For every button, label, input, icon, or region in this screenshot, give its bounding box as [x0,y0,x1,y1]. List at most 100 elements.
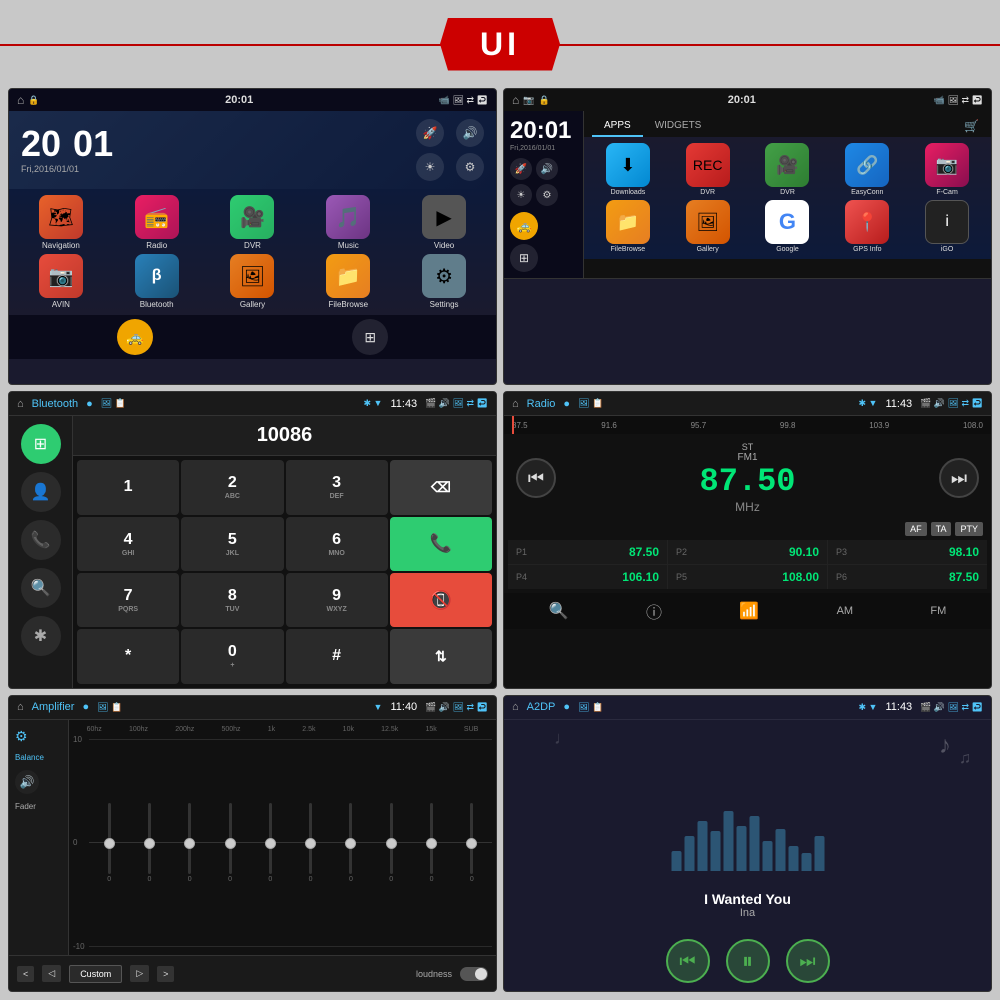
radio-antenna-btn[interactable]: 📶 [739,601,759,621]
key-4[interactable]: 4GHI [77,517,179,571]
app2-downloads[interactable]: ⬇ Downloads [590,143,666,196]
eq-tuning-btn[interactable]: ⚙ [15,728,62,745]
key-5[interactable]: 5JKL [181,517,283,571]
key-9[interactable]: 9WXYZ [286,573,388,627]
key-end[interactable]: 📵 [390,573,492,627]
app-radio[interactable]: 📻 Radio [111,195,203,250]
key-hash[interactable]: # [286,629,388,683]
home-icon-2[interactable]: ⌂ [512,93,519,107]
app-music[interactable]: 🎵 Music [302,195,394,250]
app-dvr[interactable]: 🎥 DVR [207,195,299,250]
tab-widgets[interactable]: WIDGETS [643,116,714,137]
app2-easyconn[interactable]: 🔗 EasyConn [829,143,905,196]
key-7[interactable]: 7PQRS [77,573,179,627]
eq-slider-500hz[interactable]: 0 [228,803,232,883]
dial-pad-btn[interactable]: ⊞ [21,424,61,464]
key-6[interactable]: 6MNO [286,517,388,571]
app-settings[interactable]: ⚙ Settings [398,254,490,309]
call-log-btn[interactable]: 📞 [21,520,61,560]
eq-slider-10k[interactable]: 0 [349,803,353,883]
app2-fcam[interactable]: 📷 F-Cam [909,143,985,196]
app2-gpsinfo[interactable]: 📍 GPS Info [829,200,905,253]
radio-prev-btn[interactable]: ⏮ [516,458,556,498]
app2-gallery[interactable]: 🖼 Gallery [670,200,746,253]
key-call[interactable]: 📞 [390,517,492,571]
taxi-btn-2[interactable]: 🚕 [510,212,538,240]
volume-icon-1[interactable]: 🔊 [456,119,484,147]
eq-prev-preset-btn[interactable]: < [17,966,34,982]
home-icon-3[interactable]: ⌂ [17,398,24,410]
app-navigation[interactable]: 🗺 Navigation [15,195,107,250]
eq-slider-1k[interactable]: 0 [268,803,272,883]
home-icon-4[interactable]: ⌂ [512,398,519,410]
key-8[interactable]: 8TUV [181,573,283,627]
store-icon[interactable]: 🛒 [960,115,983,137]
radio-search-btn[interactable]: 🔍 [549,601,569,621]
key-swap[interactable]: ⇅ [390,629,492,683]
key-del[interactable]: ⌫ [390,460,492,514]
key-star[interactable]: * [77,629,179,683]
home-icon-1[interactable]: ⌂ [17,93,24,107]
home-icon-6[interactable]: ⌂ [512,701,519,713]
app2-dvr1[interactable]: REC DVR [670,143,746,196]
app2-igo[interactable]: i iGO [909,200,985,253]
eq-preset-label[interactable]: Custom [69,965,122,983]
key-0[interactable]: 0+ [181,629,283,683]
preset-p3[interactable]: P3 98.10 [828,540,987,564]
rocket-btn-2[interactable]: 🚀 [510,158,532,180]
eq-slider-60hz[interactable]: 0 [107,803,111,883]
preset-p5[interactable]: P5 108.00 [668,565,827,589]
eq-vol-btn[interactable]: 🔊 [15,770,39,794]
app-video[interactable]: ▶ Video [398,195,490,250]
preset-p1[interactable]: P1 87.50 [508,540,667,564]
music-play-btn[interactable]: ⏸ [726,939,770,983]
radio-info-btn[interactable]: ⓘ [646,599,662,623]
settings-icon-1[interactable]: ⚙ [456,153,484,181]
bt-settings-btn[interactable]: ✱ [21,616,61,656]
flag-pty[interactable]: PTY [955,522,983,536]
taxi-btn[interactable]: 🚕 [117,319,153,355]
eq-right-btn[interactable]: > [157,966,174,982]
eq-slider-2k5[interactable]: 0 [309,803,313,883]
music-next-btn[interactable]: ⏭ [786,939,830,983]
eq-fader-btn[interactable]: Fader [15,802,62,811]
app2-google[interactable]: G Google [750,200,826,253]
contacts-btn[interactable]: 👤 [21,472,61,512]
tab-apps[interactable]: APPS [592,116,643,137]
app2-filebrowse[interactable]: 📁 FileBrowse [590,200,666,253]
key-1[interactable]: 1 [77,460,179,514]
app2-dvr2[interactable]: 🎥 DVR [750,143,826,196]
app-gallery[interactable]: 🖼 Gallery [207,254,299,309]
bright-btn-2[interactable]: ☀ [510,184,532,206]
preset-p6[interactable]: P6 87.50 [828,565,987,589]
radio-next-btn[interactable]: ⏭ [939,458,979,498]
music-prev-btn[interactable]: ⏮ [666,939,710,983]
preset-p2[interactable]: P2 90.10 [668,540,827,564]
eq-slider-200hz[interactable]: 0 [188,803,192,883]
search-dial-btn[interactable]: 🔍 [21,568,61,608]
app-filebrowse[interactable]: 📁 FileBrowse [302,254,394,309]
preset-p4[interactable]: P4 106.10 [508,565,667,589]
eq-loudness-toggle[interactable] [460,967,488,981]
key-2[interactable]: 2ABC [181,460,283,514]
eq-slider-15k[interactable]: 0 [430,803,434,883]
eq-slider-sub[interactable]: 0 [470,803,474,883]
eq-arrow-btn[interactable]: ◁ [42,965,61,982]
eq-next-preset-btn[interactable]: ▷ [130,965,149,982]
flag-af[interactable]: AF [905,522,927,536]
volume-btn-2[interactable]: 🔊 [536,158,558,180]
brightness-icon-1[interactable]: ☀ [416,153,444,181]
home-icon-5[interactable]: ⌂ [17,701,24,713]
eq-balance-btn[interactable]: Balance [15,753,62,762]
radio-am-btn[interactable]: AM [837,605,854,617]
app-bluetooth[interactable]: β Bluetooth [111,254,203,309]
radio-fm-btn[interactable]: FM [930,605,946,617]
eq-slider-100hz[interactable]: 0 [147,803,151,883]
settings-btn-2[interactable]: ⚙ [536,184,558,206]
eq-slider-12k5[interactable]: 0 [389,803,393,883]
rocket-icon-1[interactable]: 🚀 [416,119,444,147]
flag-ta[interactable]: TA [931,522,952,536]
key-3[interactable]: 3DEF [286,460,388,514]
grid-btn[interactable]: ⊞ [352,319,388,355]
grid-btn-2[interactable]: ⊞ [510,244,538,272]
